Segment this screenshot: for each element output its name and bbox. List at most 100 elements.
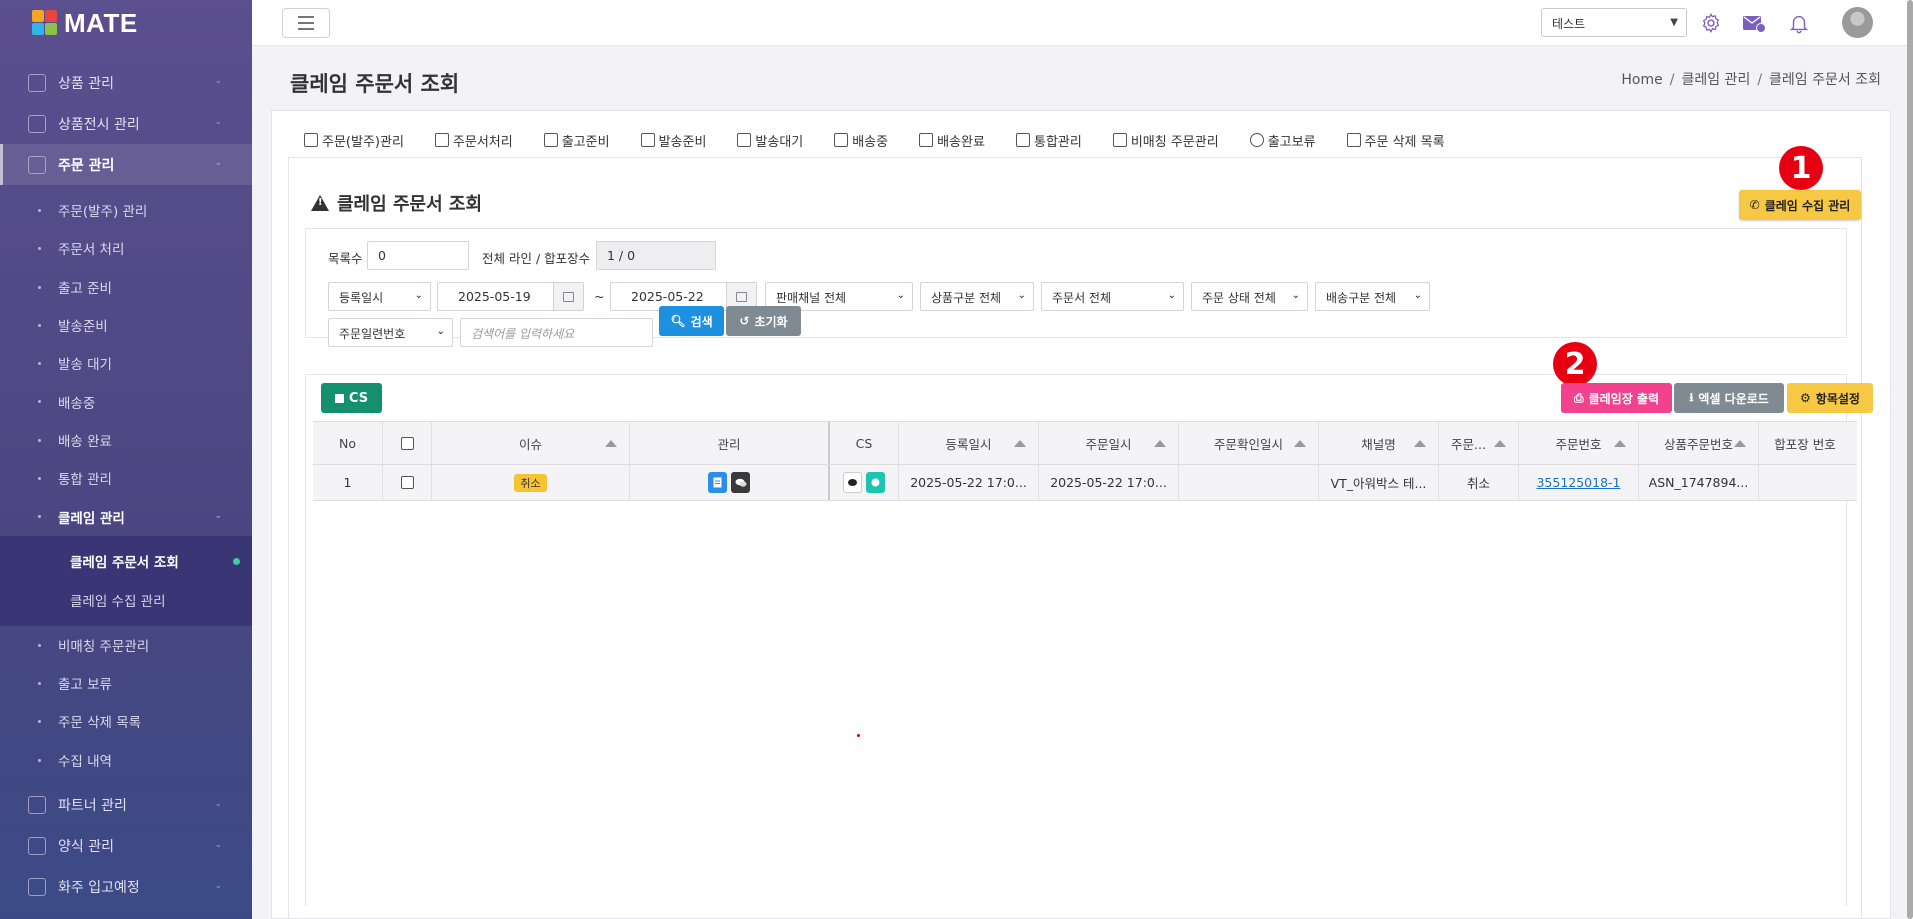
tab-ship-ready[interactable]: 발송준비 — [640, 129, 706, 151]
print-icon: ⎙ — [1573, 390, 1584, 405]
sidebar-item-order-manage[interactable]: 주문(발주) 관리 — [0, 191, 252, 229]
col-product-order-no[interactable]: 상품주문번호 — [1639, 422, 1759, 464]
sidebar-item-ship-wait[interactable]: 발송 대기 — [0, 344, 252, 382]
sort-icon[interactable] — [1494, 440, 1506, 447]
breadcrumb-current: 클레임 주문서 조회 — [1769, 72, 1881, 88]
sidebar-item-order[interactable]: 주문 관리 ⌄ — [0, 144, 252, 185]
sidebar-item-unmatched[interactable]: 비매칭 주문관리 — [0, 626, 252, 664]
cell-select[interactable] — [383, 465, 432, 500]
cart-icon — [28, 155, 46, 174]
search-button[interactable]: 🔍︎ 검색 — [659, 306, 724, 336]
tab-deleted-orders[interactable]: 주문 삭제 목록 — [1346, 129, 1445, 151]
total-label: 전체 라인 / 합포장수 — [482, 251, 591, 266]
col-issue[interactable]: 이슈 — [432, 422, 630, 464]
row-checkbox[interactable] — [400, 476, 414, 489]
mail-icon[interactable] — [1742, 11, 1766, 35]
column-settings-button[interactable]: ⚙ 항목설정 — [1787, 383, 1873, 413]
sidebar-item-label: 양식 관리 — [58, 839, 114, 856]
sort-icon[interactable] — [605, 440, 617, 447]
tab-shipping[interactable]: 배송중 — [834, 129, 888, 151]
sidebar-item-product[interactable]: 상품 관리 ⌄ — [0, 62, 252, 103]
page-scrollbar[interactable] — [1907, 0, 1913, 919]
hamburger-menu-button[interactable] — [282, 8, 330, 38]
sort-icon[interactable] — [1154, 440, 1166, 447]
chevron-down-icon: ⌄ — [214, 839, 222, 850]
chevron-down-icon: ⌄ — [214, 880, 222, 891]
sort-icon[interactable] — [1014, 440, 1026, 447]
bell-icon[interactable] — [1787, 11, 1811, 35]
search-field-select[interactable]: 주문일련번호 ⌄ — [328, 318, 453, 347]
date-type-select[interactable]: 등록일시 ⌄ — [328, 282, 431, 311]
list-count-input[interactable]: 0 — [367, 241, 469, 270]
date-to-value: 2025-05-22 — [631, 289, 704, 304]
breadcrumb-home[interactable]: Home — [1621, 72, 1662, 88]
col-registered[interactable]: 등록일시 — [899, 422, 1039, 464]
sidebar-item-partner[interactable]: 파트너 관리 ⌄ — [0, 785, 252, 826]
breadcrumb-claim[interactable]: 클레임 관리 — [1681, 72, 1750, 88]
col-select-all[interactable] — [383, 422, 432, 464]
chevron-down-icon: ⌄ — [1413, 290, 1422, 301]
company-select[interactable]: 테스트 ▼ — [1541, 8, 1687, 37]
date-from-input[interactable]: 2025-05-19 — [437, 282, 584, 311]
logo-puzzle-icon — [32, 10, 58, 36]
excel-download-button[interactable]: ⭳ 엑셀 다운로드 — [1674, 383, 1784, 413]
claim-collect-label: 클레임 수집 관리 — [1764, 198, 1851, 213]
claim-collect-button[interactable]: ✆ 클레임 수집 관리 — [1739, 190, 1861, 220]
claim-print-button[interactable]: ⎙ 클레임장 출력 — [1561, 383, 1672, 413]
badge-icon[interactable] — [866, 472, 885, 493]
search-input[interactable]: 검색어를 입력하세요 — [460, 318, 653, 347]
memo-icon[interactable] — [708, 472, 727, 493]
sidebar-item-delivered[interactable]: 배송 완료 — [0, 421, 252, 459]
sidebar-item-inbound[interactable]: 화주 입고예정 ⌄ — [0, 867, 252, 908]
gear-icon[interactable] — [1699, 11, 1723, 35]
col-confirmed[interactable]: 주문확인일시 — [1179, 422, 1319, 464]
tab-unmatched[interactable]: 비매칭 주문관리 — [1112, 129, 1219, 151]
sidebar-item-integrated[interactable]: 통합 관리 — [0, 459, 252, 497]
order-doc-select[interactable]: 주문서 전체 ⌄ — [1041, 282, 1184, 311]
product-type-select[interactable]: 상품구분 전체 ⌄ — [920, 282, 1034, 311]
reset-button[interactable]: ↺ 초기화 — [726, 306, 801, 336]
sidebar-item-deleted-orders[interactable]: 주문 삭제 목록 — [0, 702, 252, 740]
sidebar-item-release-hold[interactable]: 출고 보류 — [0, 664, 252, 702]
tab-ship-wait[interactable]: 발송대기 — [737, 129, 803, 151]
sort-icon[interactable] — [1614, 440, 1626, 447]
sidebar-item-product-display[interactable]: 상품전시 관리 ⌄ — [0, 103, 252, 144]
order-status-select[interactable]: 주문 상태 전체 ⌄ — [1191, 282, 1308, 311]
tab-order-manage[interactable]: 주문(발주)관리 — [304, 129, 404, 151]
delivery-type-select[interactable]: 배송구분 전체 ⌄ — [1315, 282, 1430, 311]
sidebar-item-release-ready[interactable]: 출고 준비 — [0, 268, 252, 306]
col-ordered[interactable]: 주문일시 — [1039, 422, 1179, 464]
sidebar-item-claim-order-view[interactable]: 클레임 주문서 조회 — [0, 542, 252, 581]
select-all-checkbox[interactable] — [400, 436, 414, 450]
col-confirmed-label: 주문확인일시 — [1213, 436, 1283, 452]
sort-icon[interactable] — [1414, 440, 1426, 447]
tab-integrated[interactable]: 통합관리 — [1015, 129, 1082, 151]
chevron-down-icon: ⌄ — [214, 511, 222, 522]
tab-delivered[interactable]: 배송완료 — [919, 129, 985, 151]
sidebar-item-shipping[interactable]: 배송중 — [0, 382, 252, 420]
comment-icon[interactable] — [843, 472, 862, 493]
sidebar-item-claim-collect[interactable]: 클레임 수집 관리 — [0, 581, 252, 620]
avatar[interactable] — [1842, 7, 1873, 38]
tab-release-ready[interactable]: 출고준비 — [543, 129, 610, 151]
sidebar-item-order-process[interactable]: 주문서 처리 — [0, 229, 252, 267]
checklist-icon — [434, 133, 449, 147]
sidebar-item-claim[interactable]: 클레임 관리 ⌄ — [0, 497, 252, 535]
order-no-link[interactable]: 355125018-1 — [1536, 475, 1620, 490]
col-channel[interactable]: 채널명 — [1319, 422, 1439, 464]
logo[interactable]: MATE — [0, 0, 252, 46]
calendar-icon[interactable] — [553, 283, 583, 310]
sort-icon[interactable] — [1734, 440, 1746, 447]
col-order-no[interactable]: 주문번호 — [1519, 422, 1639, 464]
col-order-status[interactable]: 주문... — [1439, 422, 1519, 464]
sidebar-item-collect-history[interactable]: 수집 내역 — [0, 741, 252, 779]
chat-icon[interactable] — [731, 472, 750, 493]
table-row[interactable]: 1 취소 2025-05-22 17:0... 2025-05-22 17:0.… — [313, 465, 1857, 501]
document-icon — [28, 837, 46, 856]
tab-order-process[interactable]: 주문서처리 — [434, 129, 513, 151]
sort-icon[interactable] — [1294, 440, 1306, 447]
sidebar-item-form[interactable]: 양식 관리 ⌄ — [0, 826, 252, 867]
sidebar-item-ship-ready[interactable]: 발송준비 — [0, 306, 252, 344]
cs-button[interactable]: CS — [321, 383, 382, 413]
tab-release-hold[interactable]: 출고보류 — [1249, 129, 1316, 151]
